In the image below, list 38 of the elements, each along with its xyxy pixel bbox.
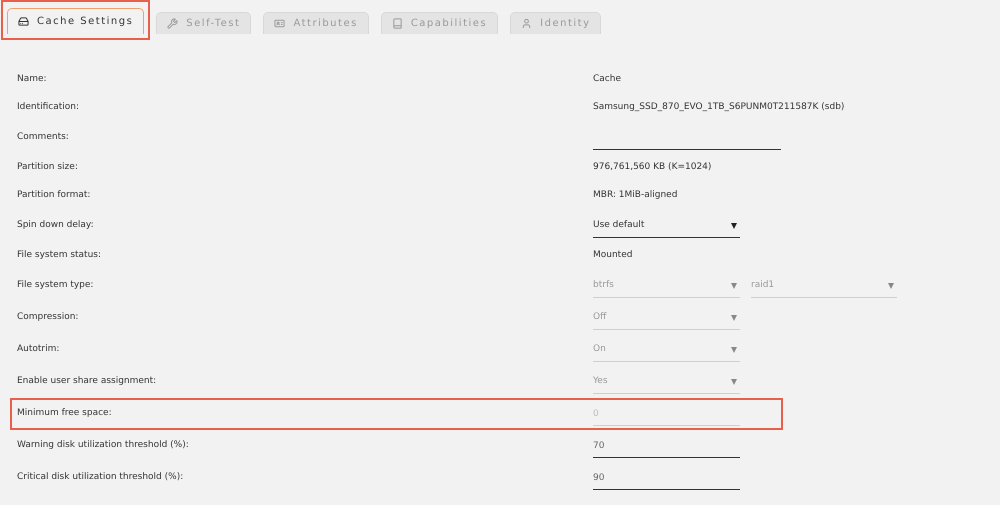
field-value: Samsung_SSD_870_EVO_1TB_S6PUNM0T211587K (sdb) [593,101,844,114]
input-field[interactable]: 90 [593,466,740,490]
tab[interactable]: Self-Test [156,12,252,34]
field-value: Mounted [593,249,632,262]
caret-icon [888,282,894,288]
wrench-icon [167,18,178,29]
field-label: Enable user share assignment: [17,375,158,388]
user-icon [521,18,532,29]
caret-icon [731,314,737,320]
drive-icon [18,16,29,27]
input-field[interactable]: 70 [593,434,740,458]
caret-icon [731,346,737,352]
tab[interactable]: Capabilities [380,12,498,34]
field-label: Minimum free space: [17,407,113,420]
caret-icon [731,282,737,288]
field-label: Partition size: [17,161,79,174]
field-label: Warning disk utilization threshold (%): [17,439,190,452]
field-value: Cache [593,73,621,86]
field-label: File system status: [17,249,102,262]
field-label: File system type: [17,279,94,292]
field-label: Autotrim: [17,343,60,356]
field-label: Identification: [17,101,80,114]
field-value: 976,761,560 KB (K=1024) [593,161,712,174]
field-label: Compression: [17,311,80,324]
tab[interactable]: Cache Settings [7,8,144,34]
tab[interactable]: Identity [510,12,602,34]
tab[interactable]: Attributes [263,12,369,34]
field-label: Spin down delay: [17,219,95,232]
caret-icon [731,378,737,384]
field-value: MBR: 1MiB-aligned [593,189,678,202]
id-card-icon [274,18,286,29]
caret-icon [731,222,737,228]
field-label: Critical disk utilization threshold (%): [17,471,184,484]
book-icon [392,18,403,29]
field-label: Comments: [17,131,70,144]
field-label: Name: [17,73,48,86]
field-label: Partition format: [17,189,92,202]
dropdown[interactable]: Use default [593,214,740,238]
